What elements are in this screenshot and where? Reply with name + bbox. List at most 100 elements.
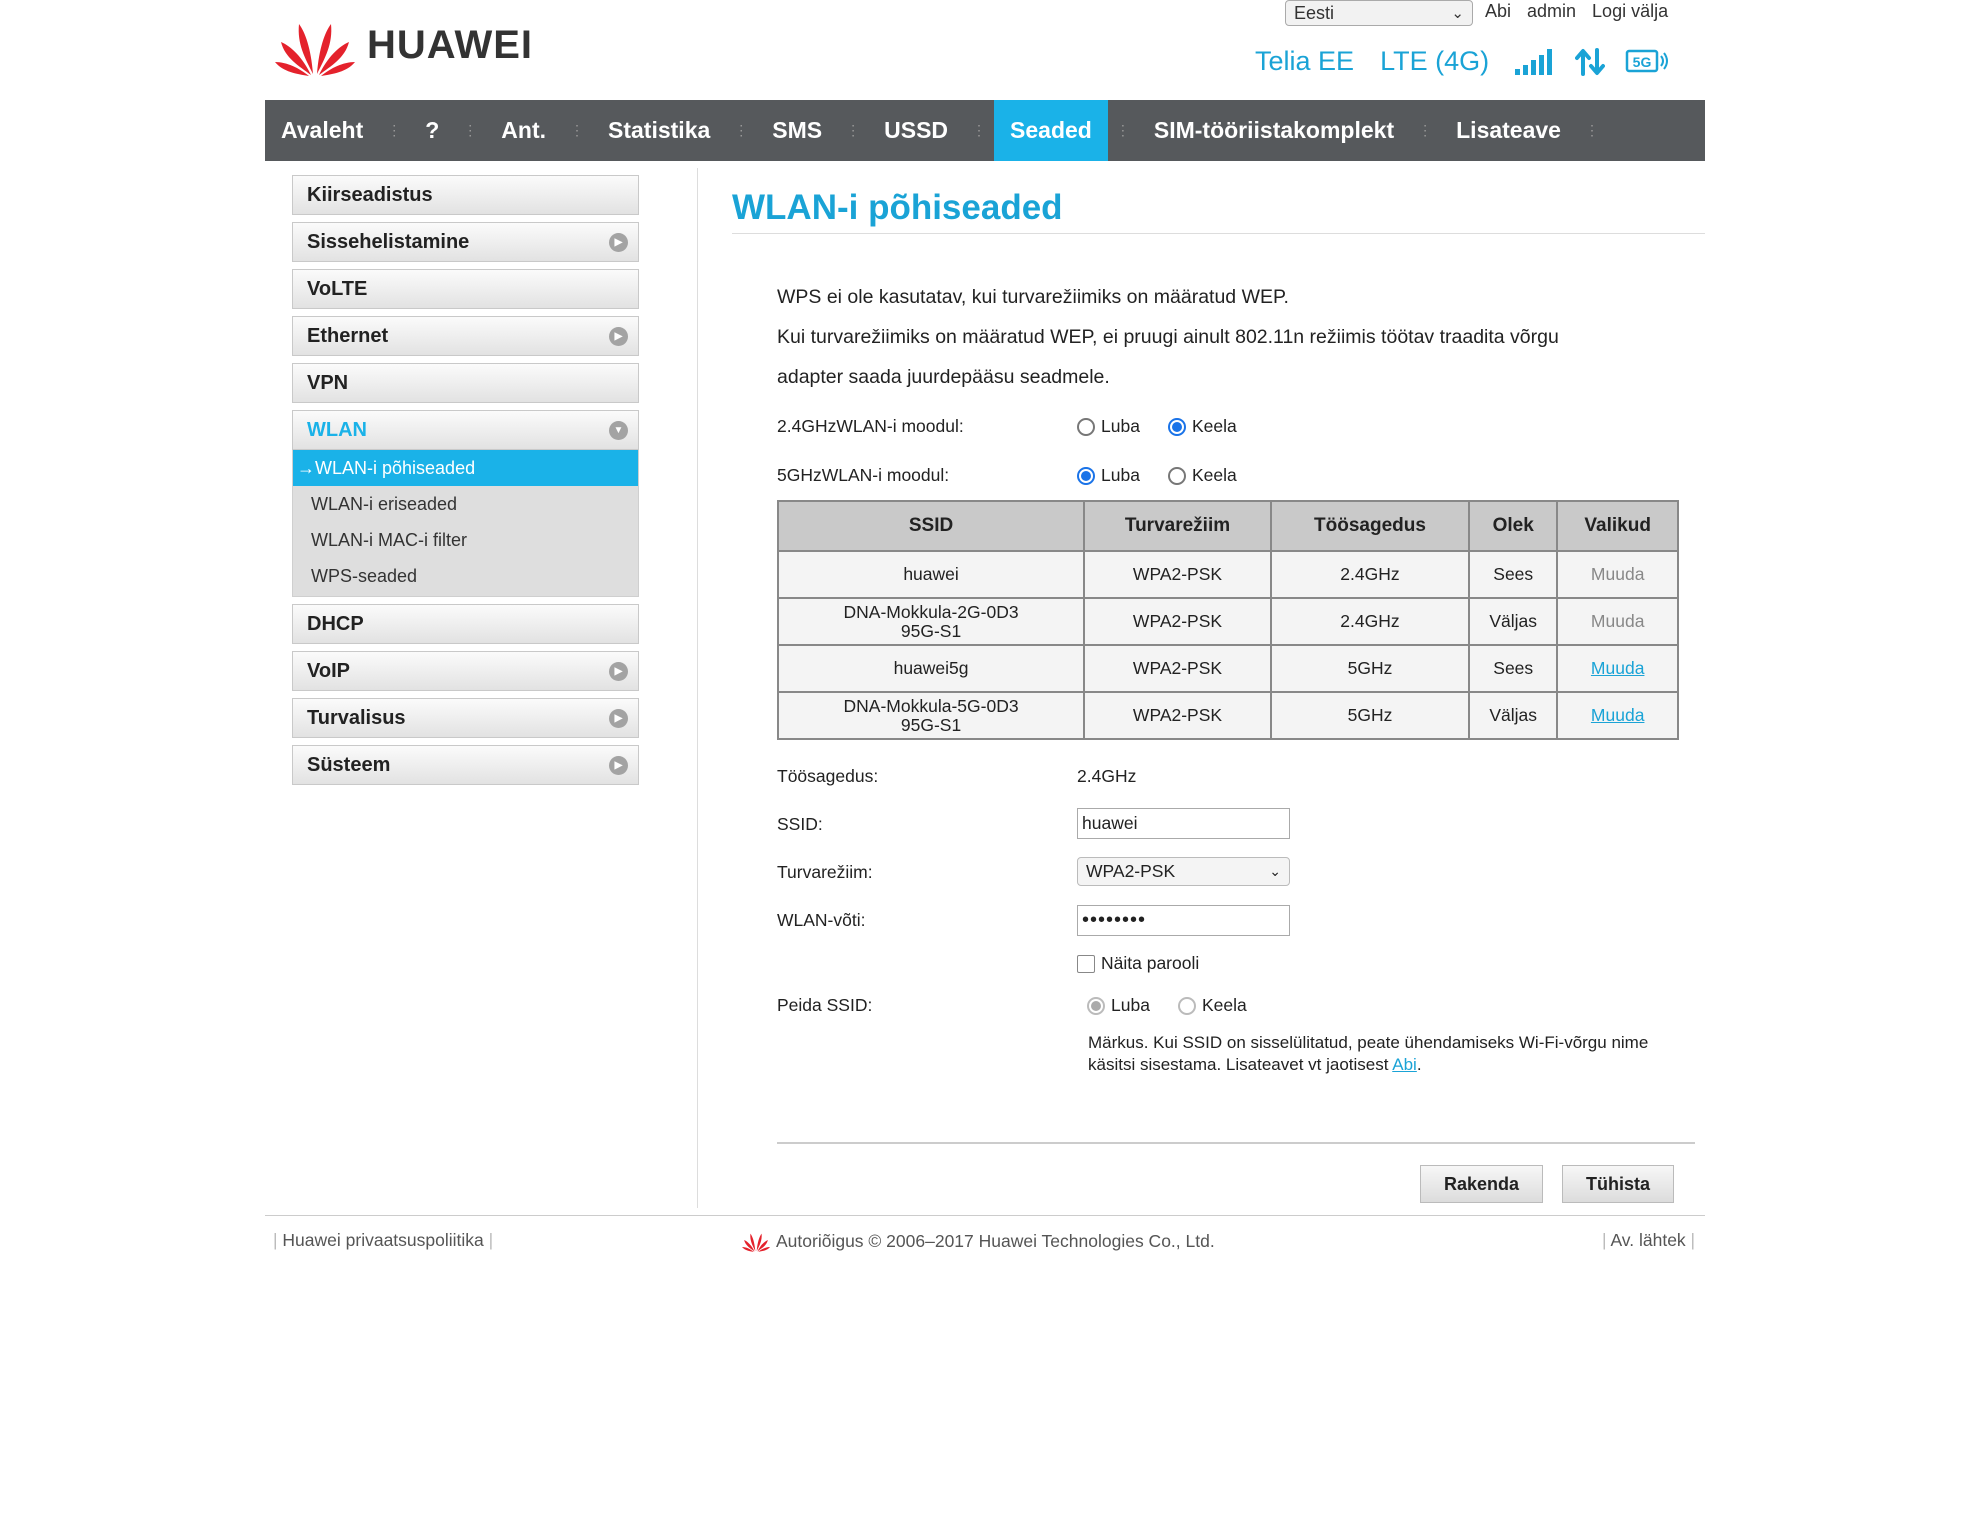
submenu-item-mac-filter[interactable]: WLAN-i MAC-i filter xyxy=(293,522,638,558)
nav-statistics[interactable]: Statistika xyxy=(592,100,726,161)
language-select[interactable]: Eesti ⌄ xyxy=(1285,0,1473,26)
nav-separator: ⋮ xyxy=(972,122,987,138)
wlan-key-label: WLAN-võti: xyxy=(777,910,866,930)
edit-link-cell: Muuda xyxy=(1556,691,1679,740)
column-header: Olek xyxy=(1468,500,1559,552)
svg-text:5G: 5G xyxy=(1633,54,1652,70)
freq-cell: 5GHz xyxy=(1269,644,1471,693)
state-cell: Väljas xyxy=(1468,597,1559,646)
language-value: Eesti xyxy=(1294,3,1335,23)
privacy-link[interactable]: Huawei privaatsuspoliitika xyxy=(282,1230,483,1250)
logout-link[interactable]: Logi välja xyxy=(1592,1,1668,22)
nav-separator: ⋮ xyxy=(1584,122,1599,138)
ssid-input[interactable]: huawei xyxy=(1077,808,1290,839)
wlan-submenu: → WLAN-i põhiseaded WLAN-i eriseaded WLA… xyxy=(292,450,639,597)
table-row: huawei5g WPA2-PSK 5GHz Sees Muuda xyxy=(776,644,1679,693)
sidebar-item-dhcp[interactable]: DHCP xyxy=(292,604,639,644)
sidebar-item-voip[interactable]: VoIP ▶ xyxy=(292,651,639,691)
submenu-item-wlan-advanced[interactable]: WLAN-i eriseaded xyxy=(293,486,638,522)
table-row: DNA-Mokkula-2G-0D3 95G-S1 WPA2-PSK 2.4GHz… xyxy=(776,597,1679,646)
nav-help[interactable]: ? xyxy=(409,100,455,161)
module5-radio-group: Luba Keela xyxy=(1077,465,1237,486)
security-select[interactable]: WPA2-PSK ⌄ xyxy=(1077,857,1290,886)
wlan-key-input[interactable]: •••••••• xyxy=(1077,905,1290,936)
wlan-table: SSID Turvarežiim Töösagedus Olek Valikud… xyxy=(776,500,1679,740)
opensource-link[interactable]: Av. lähtek xyxy=(1610,1230,1685,1250)
nav-sim-toolkit[interactable]: SIM-tööriistakomplekt xyxy=(1138,100,1410,161)
sidebar-item-wlan[interactable]: WLAN ▼ xyxy=(292,410,639,450)
ssid-label: SSID: xyxy=(777,814,823,834)
state-cell: Sees xyxy=(1468,550,1559,599)
hide-ssid-disable-radio[interactable] xyxy=(1177,996,1196,1015)
cancel-button[interactable]: Tühista xyxy=(1562,1165,1674,1203)
sidebar: Kiirseadistus Sissehelistamine ▶ VoLTE Et… xyxy=(292,175,639,792)
chevron-right-icon: ▶ xyxy=(609,709,628,728)
edit-link[interactable]: Muuda xyxy=(1591,658,1645,678)
help-link[interactable]: Abi xyxy=(1392,1055,1417,1074)
edit-action: Muuda xyxy=(1556,597,1679,646)
edit-link-cell: Muuda xyxy=(1556,644,1679,693)
ssid-cell: DNA-Mokkula-5G-0D3 95G-S1 xyxy=(776,691,1086,740)
show-password-label: Näita parooli xyxy=(1101,953,1200,973)
state-cell: Sees xyxy=(1468,644,1559,693)
nav-settings[interactable]: Seaded xyxy=(994,100,1108,161)
submenu-item-wlan-basic[interactable]: → WLAN-i põhiseaded xyxy=(293,450,638,486)
nav-separator: ⋮ xyxy=(734,122,749,138)
sidebar-item-security[interactable]: Turvalisus ▶ xyxy=(292,698,639,738)
5g-icon: 5G xyxy=(1625,49,1669,72)
module5-enable-radio[interactable] xyxy=(1077,466,1095,485)
help-link[interactable]: Abi xyxy=(1485,1,1511,22)
frequency-label: Töösagedus: xyxy=(777,766,879,786)
mode-cell: WPA2-PSK xyxy=(1083,691,1272,740)
nav-antenna[interactable]: Ant. xyxy=(485,100,562,161)
chevron-right-icon: ▶ xyxy=(609,327,628,346)
signal-bars-icon xyxy=(1515,48,1553,75)
module24-disable-radio[interactable] xyxy=(1167,417,1186,436)
nav-more-info[interactable]: Lisateave xyxy=(1440,100,1577,161)
arrow-right-icon: → xyxy=(297,457,315,478)
nav-ussd[interactable]: USSD xyxy=(868,100,964,161)
mode-cell: WPA2-PSK xyxy=(1083,597,1272,646)
show-password-checkbox[interactable] xyxy=(1077,954,1095,973)
sidebar-item-volte[interactable]: VoLTE xyxy=(292,269,639,309)
sidebar-item-quick-setup[interactable]: Kiirseadistus xyxy=(292,175,639,215)
user-link[interactable]: admin xyxy=(1527,1,1576,22)
hide-ssid-enable-radio[interactable] xyxy=(1087,996,1105,1015)
sidebar-item-vpn[interactable]: VPN xyxy=(292,363,639,403)
nav-separator: ⋮ xyxy=(846,122,861,138)
table-row: DNA-Mokkula-5G-0D3 95G-S1 WPA2-PSK 5GHz V… xyxy=(776,691,1679,740)
module24-enable-radio[interactable] xyxy=(1077,417,1095,436)
main-nav: Avaleht ⋮ ? ⋮ Ant. ⋮ Statistika ⋮ SMS ⋮ … xyxy=(265,100,1705,161)
sidebar-item-label: DHCP xyxy=(307,612,364,635)
huawei-petal-icon xyxy=(275,24,355,76)
nav-separator: ⋮ xyxy=(1418,122,1433,138)
edit-link[interactable]: Muuda xyxy=(1591,705,1645,725)
module24-radio-group: Luba Keela xyxy=(1077,416,1237,437)
divider xyxy=(732,233,1705,234)
nav-home[interactable]: Avaleht xyxy=(265,100,379,161)
freq-cell: 2.4GHz xyxy=(1269,597,1471,646)
status-bar: Telia EE LTE (4G) 5G xyxy=(1255,46,1669,77)
copyright-footer: Autoriõigus © 2006–2017 Huawei Technolog… xyxy=(742,1230,1215,1252)
module5-disable-radio[interactable] xyxy=(1167,466,1186,485)
submenu-item-wps[interactable]: WPS-seaded xyxy=(293,558,638,594)
radio-label: Keela xyxy=(1201,995,1247,1015)
nav-sms[interactable]: SMS xyxy=(756,100,838,161)
sidebar-item-label: Turvalisus xyxy=(307,706,406,729)
sidebar-item-dialup[interactable]: Sissehelistamine ▶ xyxy=(292,222,639,262)
sidebar-item-label: Sissehelistamine xyxy=(307,230,470,253)
nav-separator: ⋮ xyxy=(387,122,402,138)
privacy-footer: | Huawei privaatsuspoliitika | xyxy=(273,1230,494,1250)
apply-button[interactable]: Rakenda xyxy=(1420,1165,1543,1203)
huawei-logo: HUAWEI xyxy=(275,14,533,76)
info-text: WPS ei ole kasutatav, kui turvarežiimiks… xyxy=(777,277,1657,397)
sidebar-item-system[interactable]: Süsteem ▶ xyxy=(292,745,639,785)
chevron-down-icon: ⌄ xyxy=(1451,5,1464,22)
radio-label: Luba xyxy=(1101,416,1140,436)
sidebar-item-ethernet[interactable]: Ethernet ▶ xyxy=(292,316,639,356)
state-cell: Väljas xyxy=(1468,691,1559,740)
divider xyxy=(265,1215,1705,1216)
column-header: SSID xyxy=(776,500,1086,552)
sidebar-item-label: VoLTE xyxy=(307,277,368,300)
huawei-petal-icon xyxy=(742,1233,770,1252)
